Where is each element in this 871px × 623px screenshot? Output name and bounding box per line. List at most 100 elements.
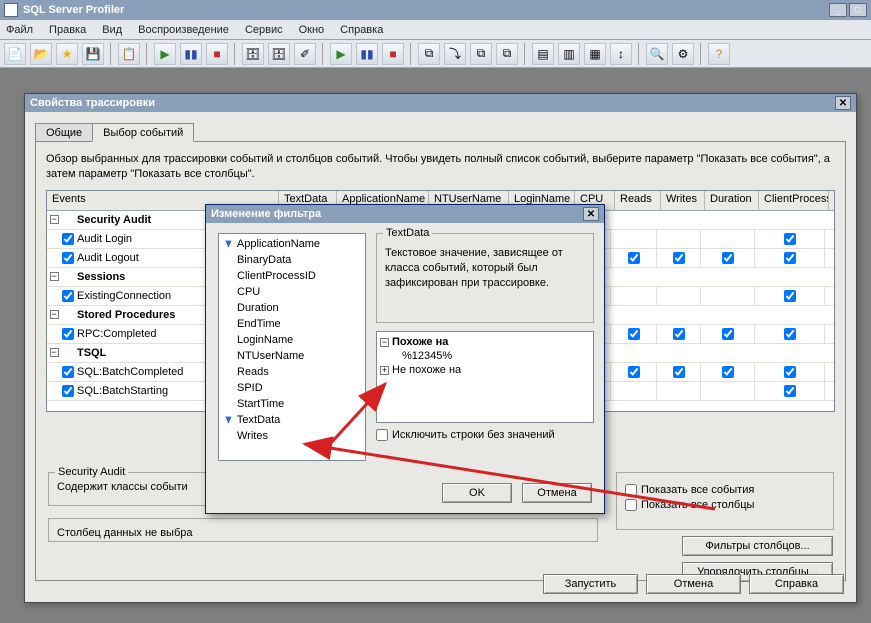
grid-cell[interactable] <box>657 230 701 248</box>
tool-help[interactable]: ? <box>708 43 730 65</box>
chk-show-all-events[interactable] <box>625 484 637 496</box>
filter-column-item[interactable]: NTUserName <box>219 348 365 364</box>
tool-window3[interactable]: ▦ <box>584 43 606 65</box>
grid-checkbox[interactable] <box>784 366 796 378</box>
tree-expander-like[interactable]: − <box>380 338 389 347</box>
tool-replay-stop[interactable]: ■ <box>382 43 404 65</box>
grid-cell[interactable] <box>657 363 701 381</box>
tool-eraser[interactable]: ✐ <box>294 43 316 65</box>
chk-show-all-cols[interactable] <box>625 499 637 511</box>
grid-cell[interactable] <box>755 363 825 381</box>
menu-file[interactable]: Файл <box>4 23 35 37</box>
tree-like-value[interactable]: %12345% <box>402 350 452 362</box>
grid-cell[interactable] <box>611 249 657 267</box>
tool-save[interactable]: 💾 <box>82 43 104 65</box>
menu-replay[interactable]: Воспроизведение <box>136 23 231 37</box>
grid-cell[interactable] <box>701 382 755 400</box>
minimize-button[interactable]: _ <box>829 3 847 17</box>
tool-step[interactable]: ⧉ <box>418 43 440 65</box>
menu-tools[interactable]: Сервис <box>243 23 285 37</box>
trace-dialog-close[interactable]: ✕ <box>835 96 851 110</box>
menu-edit[interactable]: Правка <box>47 23 88 37</box>
tool-replay-pause[interactable]: ▮▮ <box>356 43 378 65</box>
grid-checkbox[interactable] <box>673 366 685 378</box>
tool-bkpt[interactable]: ⧉ <box>470 43 492 65</box>
grid-cell[interactable] <box>701 287 755 305</box>
filter-column-item[interactable]: ClientProcessID <box>219 268 365 284</box>
grid-checkbox[interactable] <box>628 328 640 340</box>
tool-new[interactable]: 📄 <box>4 43 26 65</box>
tool-pause[interactable]: ▮▮ <box>180 43 202 65</box>
grid-checkbox[interactable] <box>784 290 796 302</box>
grid-cell[interactable] <box>701 363 755 381</box>
chk-exclude-empty[interactable] <box>376 429 388 441</box>
grid-cell[interactable] <box>755 382 825 400</box>
filter-column-item[interactable]: SPID <box>219 380 365 396</box>
btn-filter-cancel[interactable]: Отмена <box>522 483 592 503</box>
btn-cancel[interactable]: Отмена <box>646 574 741 594</box>
hdr-writes[interactable]: Writes <box>661 191 705 210</box>
tool-open[interactable]: 📂 <box>30 43 52 65</box>
filter-column-item[interactable]: Writes <box>219 428 365 444</box>
filter-column-item[interactable]: CPU <box>219 284 365 300</box>
grid-cell[interactable] <box>701 249 755 267</box>
tool-find[interactable]: 🔍 <box>646 43 668 65</box>
grid-cell[interactable] <box>755 287 825 305</box>
filter-column-item[interactable]: ▼ApplicationName <box>219 236 365 252</box>
btn-run[interactable]: Запустить <box>543 574 638 594</box>
filter-column-item[interactable]: Reads <box>219 364 365 380</box>
tool-bkpt2[interactable]: ⧉ <box>496 43 518 65</box>
event-checkbox[interactable] <box>62 233 74 245</box>
grid-checkbox[interactable] <box>722 366 734 378</box>
filter-column-item[interactable]: LoginName <box>219 332 365 348</box>
menu-help[interactable]: Справка <box>338 23 385 37</box>
expander-icon[interactable]: − <box>50 348 59 357</box>
grid-cell[interactable] <box>611 287 657 305</box>
menu-window[interactable]: Окно <box>297 23 327 37</box>
filter-column-item[interactable]: StartTime <box>219 396 365 412</box>
btn-column-filters[interactable]: Фильтры столбцов... <box>682 536 833 556</box>
grid-checkbox[interactable] <box>784 328 796 340</box>
event-checkbox[interactable] <box>62 290 74 302</box>
grid-checkbox[interactable] <box>722 328 734 340</box>
tool-stop[interactable]: ■ <box>206 43 228 65</box>
tool-replay-start[interactable]: ▶ <box>330 43 352 65</box>
tool-db2[interactable]: 🗄 <box>268 43 290 65</box>
grid-checkbox[interactable] <box>628 366 640 378</box>
grid-cell[interactable] <box>657 325 701 343</box>
tool-cursor[interactable]: ⤵ <box>444 43 466 65</box>
tab-general[interactable]: Общие <box>35 123 93 142</box>
grid-checkbox[interactable] <box>628 252 640 264</box>
grid-cell[interactable] <box>611 363 657 381</box>
menu-view[interactable]: Вид <box>100 23 124 37</box>
event-checkbox[interactable] <box>62 366 74 378</box>
hdr-duration[interactable]: Duration <box>705 191 759 210</box>
tool-favorite[interactable]: ★ <box>56 43 78 65</box>
tool-tune[interactable]: ⚙ <box>672 43 694 65</box>
tool-db1[interactable]: 🗄 <box>242 43 264 65</box>
grid-cell[interactable] <box>755 325 825 343</box>
grid-checkbox[interactable] <box>673 252 685 264</box>
tree-expander-notlike[interactable]: + <box>380 366 389 375</box>
hdr-clientproc[interactable]: ClientProcess <box>759 191 829 210</box>
grid-cell[interactable] <box>701 325 755 343</box>
tool-prop[interactable]: 📋 <box>118 43 140 65</box>
grid-cell[interactable] <box>701 230 755 248</box>
tree-notlike-label[interactable]: Не похоже на <box>392 364 461 376</box>
expander-icon[interactable]: − <box>50 272 59 281</box>
event-checkbox[interactable] <box>62 252 74 264</box>
grid-cell[interactable] <box>611 230 657 248</box>
grid-checkbox[interactable] <box>784 252 796 264</box>
expander-icon[interactable]: − <box>50 310 59 319</box>
grid-cell[interactable] <box>657 249 701 267</box>
hdr-reads[interactable]: Reads <box>615 191 661 210</box>
tree-like-label[interactable]: Похоже на <box>392 336 448 348</box>
filter-column-item[interactable]: EndTime <box>219 316 365 332</box>
grid-cell[interactable] <box>657 382 701 400</box>
grid-cell[interactable] <box>755 230 825 248</box>
grid-checkbox[interactable] <box>784 385 796 397</box>
grid-cell[interactable] <box>755 249 825 267</box>
filter-column-item[interactable]: ▼TextData <box>219 412 365 428</box>
grid-cell[interactable] <box>657 287 701 305</box>
filter-dialog-close[interactable]: ✕ <box>583 207 599 221</box>
